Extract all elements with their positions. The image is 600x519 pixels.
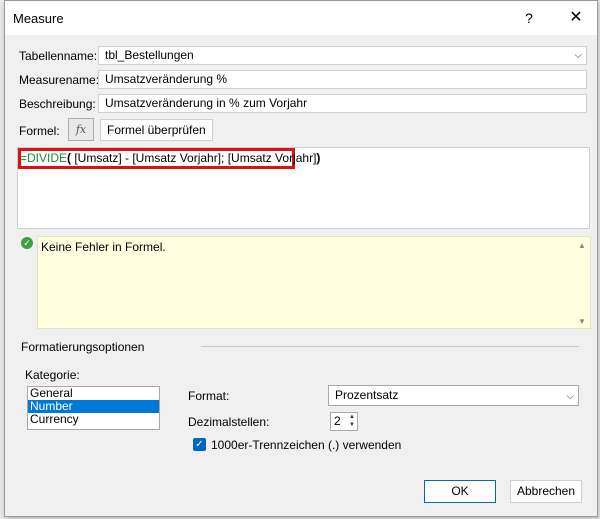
help-icon[interactable]: ? bbox=[518, 7, 540, 29]
chevron-down-icon: ⌵ bbox=[566, 391, 574, 402]
chevron-down-icon: ⌵ bbox=[574, 50, 582, 61]
check-circle-icon: ✓ bbox=[21, 237, 33, 249]
decimals-value: 2 bbox=[334, 414, 341, 428]
table-name-value: tbl_Bestellungen bbox=[105, 48, 194, 62]
decimals-stepper[interactable]: 2 ▲ ▼ bbox=[330, 412, 358, 431]
check-formula-button[interactable]: Formel überprüfen bbox=[100, 119, 213, 141]
scroll-down-icon[interactable]: ▼ bbox=[578, 317, 586, 326]
thousands-checkbox[interactable]: ✓ bbox=[193, 438, 206, 451]
formula-keyword: =DIVIDE bbox=[20, 151, 68, 165]
description-label: Beschreibung: bbox=[19, 97, 96, 111]
formula-editor[interactable]: =DIVIDE( [Umsatz] - [Umsatz Vorjahr]; [U… bbox=[17, 147, 590, 229]
formula-close-paren: ) bbox=[316, 151, 321, 165]
status-message: Keine Fehler in Formel. bbox=[41, 240, 166, 254]
thousands-label: 1000er-Trennzeichen (.) verwenden bbox=[211, 438, 402, 452]
format-value: Prozentsatz bbox=[335, 388, 399, 402]
format-section-title: Formatierungsoptionen bbox=[21, 340, 145, 354]
measure-name-input[interactable]: Umsatzveränderung % bbox=[98, 70, 587, 89]
scroll-up-icon[interactable]: ▲ bbox=[578, 241, 586, 250]
description-input[interactable]: Umsatzveränderung in % zum Vorjahr bbox=[98, 94, 587, 113]
measure-dialog: Measure ? ✕ Tabellenname: tbl_Bestellung… bbox=[4, 0, 598, 517]
title-bar: Measure ? ✕ bbox=[5, 1, 597, 35]
dialog-title: Measure bbox=[13, 11, 64, 26]
cancel-button[interactable]: Abbrechen bbox=[510, 480, 582, 503]
ok-button[interactable]: OK bbox=[424, 480, 496, 503]
table-name-label: Tabellenname: bbox=[19, 49, 98, 63]
formula-label: Formel: bbox=[19, 124, 60, 138]
formula-args: [Umsatz] - [Umsatz Vorjahr]; [Umsatz Vor… bbox=[71, 151, 317, 165]
message-scrollbar[interactable]: ▲ ▼ bbox=[574, 237, 590, 328]
formula-text: =DIVIDE( [Umsatz] - [Umsatz Vorjahr]; [U… bbox=[20, 151, 320, 165]
message-box: Keine Fehler in Formel. ▲ ▼ bbox=[37, 236, 591, 329]
stepper-arrows-icon[interactable]: ▲ ▼ bbox=[347, 413, 357, 430]
measure-name-label: Measurename: bbox=[19, 73, 100, 87]
fx-icon[interactable]: fx bbox=[68, 118, 94, 141]
list-item[interactable]: Currency bbox=[28, 413, 159, 426]
close-icon[interactable]: ✕ bbox=[565, 7, 587, 29]
format-label: Format: bbox=[188, 389, 230, 403]
category-list[interactable]: General Number Currency bbox=[27, 386, 160, 430]
decimals-label: Dezimalstellen: bbox=[188, 415, 270, 429]
format-dropdown[interactable]: Prozentsatz ⌵ bbox=[328, 385, 579, 406]
section-divider bbox=[201, 346, 579, 347]
category-label: Kategorie: bbox=[25, 368, 80, 382]
table-name-dropdown[interactable]: tbl_Bestellungen ⌵ bbox=[98, 46, 587, 65]
